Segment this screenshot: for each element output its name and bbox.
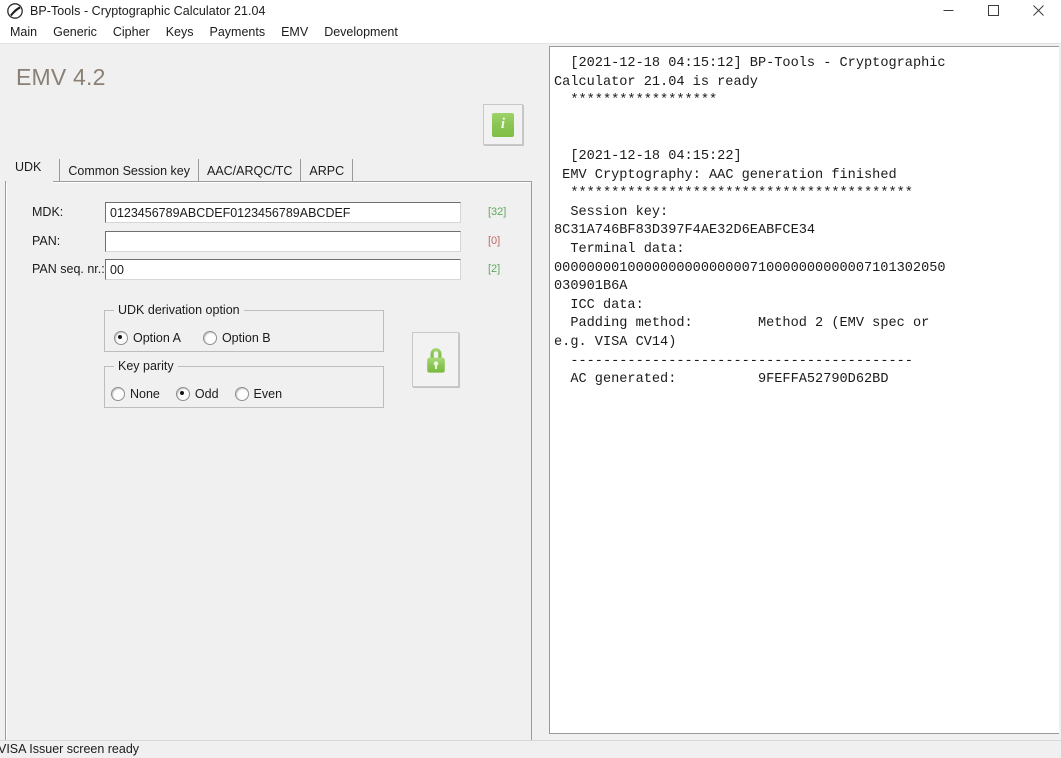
tab-aac-arqc-tc[interactable]: AAC/ARQC/TC — [197, 159, 301, 182]
tab-common-session-key[interactable]: Common Session key — [59, 159, 198, 182]
radio-parity-even-indicator — [234, 387, 249, 401]
key-parity-group: Key parity None Odd Even — [104, 359, 384, 408]
menu-item-cipher[interactable]: Cipher — [105, 21, 158, 43]
pan-length-badge: [0] — [488, 235, 501, 247]
pan-seq-input[interactable] — [105, 259, 461, 280]
log-output-panel[interactable]: [2021-12-18 04:15:12] BP-Tools - Cryptog… — [549, 46, 1059, 734]
field-row-mdk: MDK: [32] — [6, 202, 531, 224]
radio-option-b-label: Option B — [221, 331, 271, 345]
mdk-input[interactable] — [105, 202, 461, 223]
radio-parity-none-indicator — [111, 387, 125, 401]
udk-tab-panel: MDK: [32] PAN: [0] PAN seq. nr.: [2] UDK… — [5, 181, 532, 758]
tab-udk-label: UDK — [15, 160, 42, 174]
application-window: BP-Tools - Cryptographic Calculator 21.0… — [0, 0, 1061, 758]
status-bar-text: VISA Issuer screen ready — [0, 742, 140, 756]
radio-option-b[interactable]: Option B — [202, 331, 271, 345]
minimize-button[interactable] — [926, 0, 971, 21]
info-button[interactable]: i — [483, 104, 523, 145]
radio-parity-odd[interactable]: Odd — [175, 387, 219, 401]
udk-derivation-option-group: UDK derivation option Option A Option B — [104, 303, 384, 352]
pan-seq-length-badge: [2] — [488, 263, 501, 275]
title-bar: BP-Tools - Cryptographic Calculator 21.0… — [0, 0, 1061, 21]
field-row-pan-seq: PAN seq. nr.: [2] — [6, 259, 531, 281]
radio-option-a[interactable]: Option A — [114, 331, 181, 345]
key-parity-legend: Key parity — [114, 359, 178, 373]
radio-parity-even-label: Even — [253, 387, 283, 401]
tab-arpc[interactable]: ARPC — [300, 159, 353, 182]
radio-parity-even[interactable]: Even — [234, 387, 283, 401]
pan-input[interactable] — [105, 231, 461, 252]
udk-derivation-option-legend: UDK derivation option — [114, 303, 244, 317]
tab-strip-end-divider — [352, 159, 354, 182]
status-bar: VISA Issuer screen ready — [0, 740, 1061, 758]
active-tab-merge-strip — [6, 180, 53, 183]
menu-item-payments[interactable]: Payments — [202, 21, 274, 43]
tab-common-session-key-label: Common Session key — [68, 163, 190, 178]
radio-parity-odd-indicator — [175, 387, 190, 401]
pan-label: PAN: — [32, 234, 61, 248]
tab-aac-arqc-tc-label: AAC/ARQC/TC — [206, 163, 293, 178]
page-title: EMV 4.2 — [16, 64, 106, 90]
menu-item-keys[interactable]: Keys — [158, 21, 202, 43]
radio-parity-none[interactable]: None — [111, 387, 160, 401]
emv-form-pane: EMV 4.2 i UDK Common Session key AAC/ARQ… — [0, 44, 545, 758]
radio-parity-none-label: None — [130, 387, 160, 401]
lock-icon — [426, 347, 445, 373]
radio-option-b-indicator — [202, 331, 217, 345]
maximize-button[interactable] — [971, 0, 1016, 21]
bp-tools-logo-icon — [7, 2, 23, 19]
window-title: BP-Tools - Cryptographic Calculator 21.0… — [30, 3, 266, 18]
tab-strip: UDK Common Session key AAC/ARQC/TC ARPC — [5, 156, 530, 182]
log-output-text: [2021-12-18 04:15:12] BP-Tools - Cryptog… — [554, 56, 946, 388]
tab-arpc-label: ARPC — [309, 163, 345, 178]
mdk-length-badge: [32] — [488, 206, 507, 218]
pan-seq-label: PAN seq. nr.: — [32, 262, 105, 276]
radio-option-a-label: Option A — [133, 331, 181, 345]
window-controls — [926, 0, 1061, 21]
radio-parity-odd-label: Odd — [194, 387, 219, 401]
field-row-pan: PAN: [0] — [6, 231, 531, 253]
generate-udk-button[interactable] — [412, 332, 459, 387]
menu-item-emv[interactable]: EMV — [273, 21, 316, 43]
radio-option-a-indicator — [114, 331, 128, 345]
info-icon: i — [492, 112, 514, 137]
menu-item-main[interactable]: Main — [2, 21, 45, 43]
menu-bar: Main Generic Cipher Keys Payments EMV De… — [0, 21, 1061, 44]
close-button[interactable] — [1016, 0, 1061, 21]
menu-item-generic[interactable]: Generic — [45, 21, 105, 43]
tab-udk[interactable]: UDK — [5, 156, 60, 182]
menu-item-development[interactable]: Development — [316, 21, 406, 43]
mdk-label: MDK: — [32, 205, 64, 219]
